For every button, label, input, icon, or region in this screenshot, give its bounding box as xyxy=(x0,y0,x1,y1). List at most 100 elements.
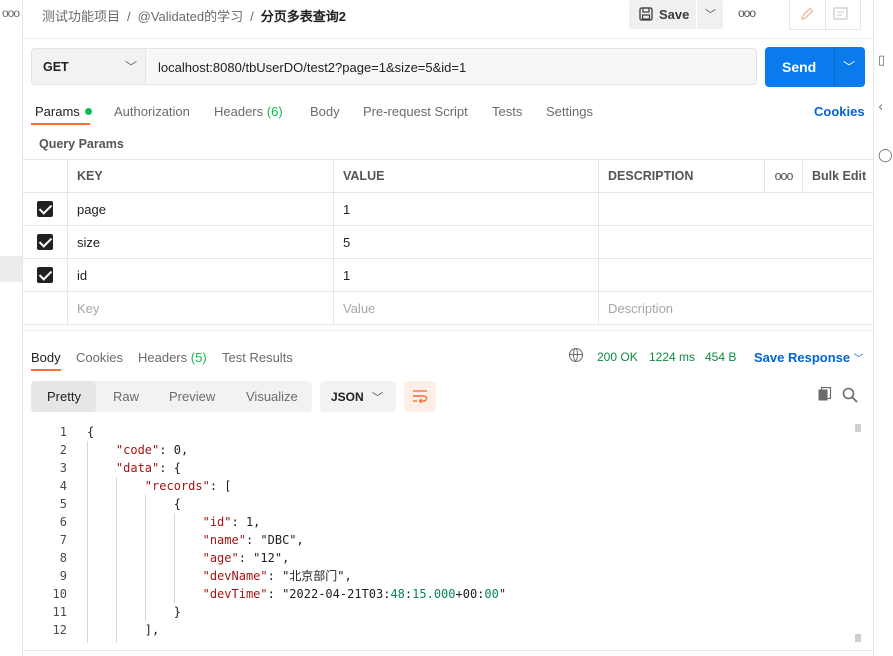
line-number: 4 xyxy=(59,479,67,493)
sidebar-selected-item[interactable] xyxy=(0,256,22,282)
code-text: "name": "DBC", xyxy=(202,533,304,547)
new-key-input[interactable]: Key xyxy=(67,291,334,325)
code-text: "devTime": "2022-04-21T03:48:15.000+00:0… xyxy=(202,587,507,601)
chevron-down-icon[interactable]: ﹀ xyxy=(843,58,855,75)
response-time[interactable]: 1224 ms xyxy=(649,350,695,364)
comment-icon[interactable] xyxy=(833,7,848,21)
param-key-cell[interactable]: id xyxy=(67,258,334,292)
status-code[interactable]: 200 OK xyxy=(597,350,638,364)
code-scrollbar[interactable] xyxy=(855,424,861,642)
code-text: "data": { xyxy=(115,461,181,475)
info-icon[interactable]: ◯ xyxy=(878,148,893,163)
param-value-cell[interactable]: 1 xyxy=(333,258,599,292)
line-number: 12 xyxy=(52,623,67,637)
cookies-link[interactable]: Cookies xyxy=(814,104,865,119)
tab-settings[interactable]: Settings xyxy=(546,104,593,119)
globe-icon[interactable] xyxy=(569,348,583,362)
format-select[interactable]: JSON ﹀ xyxy=(320,381,396,412)
save-button-label: Save xyxy=(659,7,690,22)
code-text: { xyxy=(87,425,95,439)
breadcrumb-folder[interactable]: @Validated的学习 xyxy=(138,9,243,24)
right-sidebar: ▯ ‹ ◯ xyxy=(873,0,893,656)
active-response-tab-indicator xyxy=(31,369,61,371)
search-icon[interactable] xyxy=(842,387,858,403)
active-tab-indicator xyxy=(31,123,90,125)
code-line: 4 "records": [ xyxy=(22,477,232,495)
tab-body[interactable]: Body xyxy=(310,104,340,119)
param-value-cell[interactable]: 5 xyxy=(333,225,599,259)
code-icon[interactable]: ‹ xyxy=(878,100,883,115)
chevron-down-icon: ﹀ xyxy=(372,392,383,404)
save-button[interactable]: Save ﹀ xyxy=(629,0,723,29)
response-size[interactable]: 454 B xyxy=(705,350,736,364)
view-visualize[interactable]: Visualize xyxy=(246,389,298,404)
column-key: KEY xyxy=(67,159,334,193)
code-line: 9 "devName": "北京部门", xyxy=(22,567,352,585)
param-description-cell[interactable] xyxy=(598,258,874,292)
param-key-cell[interactable]: size xyxy=(67,225,334,259)
more-options-icon[interactable]: ooo xyxy=(2,6,20,20)
code-text: ], xyxy=(87,623,160,637)
query-params-table: KEY VALUE DESCRIPTION ooo Bulk Edit page… xyxy=(22,159,874,325)
url-input[interactable]: localhost:8080/tbUserDO/test2?page=1&siz… xyxy=(146,48,757,85)
new-value-input[interactable]: Value xyxy=(333,291,599,325)
method-select[interactable]: GET ﹀ xyxy=(31,48,146,85)
more-actions-icon[interactable]: ooo xyxy=(738,6,756,20)
response-tab-body[interactable]: Body xyxy=(31,350,61,365)
wrap-lines-icon xyxy=(413,390,428,404)
code-line: 3 "data": { xyxy=(22,459,181,477)
line-number: 3 xyxy=(59,461,67,475)
row-checkbox[interactable] xyxy=(37,267,53,284)
copy-icon[interactable] xyxy=(818,387,832,401)
code-line: 8 "age": "12", xyxy=(22,549,290,567)
code-text: } xyxy=(87,605,181,619)
table-row: id 1 xyxy=(22,258,874,292)
bulk-edit-button[interactable]: Bulk Edit xyxy=(802,159,874,193)
response-tab-headers[interactable]: Headers (5) xyxy=(138,350,207,365)
new-description-input[interactable]: Description xyxy=(598,291,874,325)
save-response-button[interactable]: Save Response ﹀ xyxy=(754,350,864,365)
line-number: 7 xyxy=(59,533,67,547)
line-number: 1 xyxy=(59,425,67,439)
tab-authorization[interactable]: Authorization xyxy=(114,104,190,119)
view-raw[interactable]: Raw xyxy=(113,389,139,404)
code-line: 6 "id": 1, xyxy=(22,513,261,531)
view-pretty[interactable]: Pretty xyxy=(47,389,81,404)
breadcrumb-collection[interactable]: 测试功能项目 xyxy=(42,9,120,24)
line-number: 8 xyxy=(59,551,67,565)
param-key-cell[interactable]: page xyxy=(67,192,334,226)
param-description-cell[interactable] xyxy=(598,192,874,226)
tab-params[interactable]: Params xyxy=(35,104,92,119)
code-line: 10 "devTime": "2022-04-21T03:48:15.000+0… xyxy=(22,585,507,603)
table-more-icon[interactable]: ooo xyxy=(764,159,803,193)
method-label: GET xyxy=(43,60,69,74)
edit-toolbar xyxy=(789,0,861,30)
send-button[interactable]: Send ﹀ xyxy=(765,47,865,87)
line-number: 5 xyxy=(59,497,67,511)
table-row: size 5 xyxy=(22,225,874,259)
param-value-cell[interactable]: 1 xyxy=(333,192,599,226)
chevron-down-icon: ﹀ xyxy=(853,354,864,365)
chevron-down-icon[interactable]: ﹀ xyxy=(705,6,716,22)
code-line: 12 ], xyxy=(22,621,160,639)
row-checkbox[interactable] xyxy=(37,201,53,218)
table-header-row: KEY VALUE DESCRIPTION ooo Bulk Edit xyxy=(22,159,874,193)
code-text: "records": [ xyxy=(144,479,232,493)
tab-headers[interactable]: Headers (6) xyxy=(214,104,283,119)
line-number: 9 xyxy=(59,569,67,583)
view-preview[interactable]: Preview xyxy=(169,389,215,404)
wrap-lines-button[interactable] xyxy=(404,381,436,412)
row-checkbox[interactable] xyxy=(37,234,53,251)
params-active-dot xyxy=(84,108,92,115)
response-body-viewer[interactable]: 1{2 "code": 0, 3 "data": {4 "records": [5… xyxy=(22,423,857,643)
documentation-icon[interactable]: ▯ xyxy=(878,53,885,68)
pencil-icon[interactable] xyxy=(799,6,815,22)
format-label: JSON xyxy=(331,390,364,404)
response-tab-cookies[interactable]: Cookies xyxy=(76,350,123,365)
tab-pre-request-script[interactable]: Pre-request Script xyxy=(363,104,468,119)
param-description-cell[interactable] xyxy=(598,225,874,259)
response-tab-test-results[interactable]: Test Results xyxy=(222,350,293,365)
tab-tests[interactable]: Tests xyxy=(492,104,522,119)
breadcrumb-request[interactable]: 分页多表查询2 xyxy=(261,9,346,24)
code-line: 2 "code": 0, xyxy=(22,441,188,459)
